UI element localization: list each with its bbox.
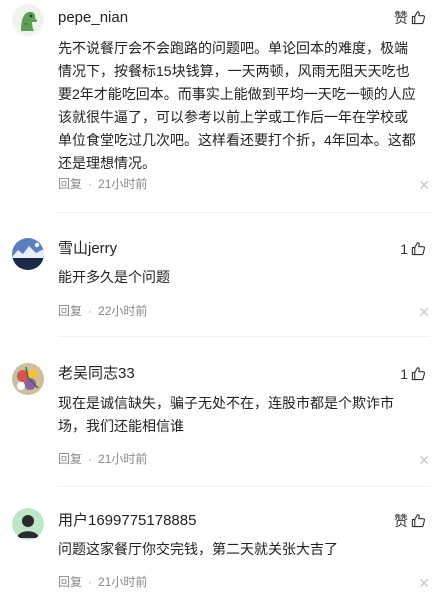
close-icon[interactable]: ✕ [418, 178, 430, 192]
comment-meta: 回复 · 21小时前 [58, 575, 148, 589]
comment-time: 21小时前 [98, 575, 148, 589]
like-count[interactable]: 赞 [394, 9, 408, 27]
close-icon[interactable]: ✕ [418, 576, 430, 590]
thumbs-up-icon[interactable] [411, 241, 426, 256]
comment-username[interactable]: 老吴同志33 [58, 364, 135, 384]
like-count[interactable]: 1 [400, 365, 408, 383]
comment-username[interactable]: 雪山jerry [58, 239, 117, 259]
thumbs-up-icon[interactable] [411, 10, 426, 25]
like-count[interactable]: 赞 [394, 512, 408, 530]
comment-time: 21小时前 [98, 452, 148, 466]
reply-button[interactable]: 回复 [58, 304, 82, 318]
comment-item: pepe_nian 赞 先不说餐厅会不会跑路的问题吧。单论回本的难度，极端情况下… [0, 0, 446, 205]
comment-time: 22小时前 [98, 304, 148, 318]
reply-button[interactable]: 回复 [58, 575, 82, 589]
comment-username[interactable]: pepe_nian [58, 8, 128, 28]
divider [58, 336, 430, 337]
comment-text: 现在是诚信缺失，骗子无处不在，连股市都是个欺诈市场，我们还能相信谁 [58, 395, 394, 434]
comment-time: 21小时前 [98, 177, 148, 191]
comment-meta: 回复 · 21小时前 [58, 177, 148, 191]
like-count[interactable]: 1 [400, 240, 408, 258]
comment-item: 用户1699775178885 赞 问题这家餐厅你交完钱，第二天就关张大吉了 回… [0, 502, 446, 595]
avatar[interactable] [12, 238, 44, 270]
close-icon[interactable]: ✕ [418, 305, 430, 319]
avatar[interactable] [12, 508, 44, 540]
comment-item: 老吴同志33 1 现在是诚信缺失，骗子无处不在，连股市都是个欺诈市场，我们还能相… [0, 355, 446, 480]
comment-text: 先不说餐厅会不会跑路的问题吧。单论回本的难度，极端情况下，按餐标15块钱算，一天… [58, 40, 416, 171]
reply-button[interactable]: 回复 [58, 177, 82, 191]
reply-button[interactable]: 回复 [58, 452, 82, 466]
avatar[interactable] [12, 4, 44, 36]
avatar[interactable] [12, 363, 44, 395]
close-icon[interactable]: ✕ [418, 453, 430, 467]
comment-text: 问题这家餐厅你交完钱，第二天就关张大吉了 [58, 541, 338, 557]
comment-meta: 回复 · 21小时前 [58, 452, 148, 466]
thumbs-up-icon[interactable] [411, 513, 426, 528]
comment-text: 能开多久是个问题 [58, 269, 170, 285]
comment-username[interactable]: 用户1699775178885 [58, 511, 196, 531]
thumbs-up-icon[interactable] [411, 366, 426, 381]
divider [58, 212, 430, 213]
divider [58, 486, 430, 487]
comment-meta: 回复 · 22小时前 [58, 304, 148, 318]
comment-item: 雪山jerry 1 能开多久是个问题 回复 · 22小时前 ✕ [0, 230, 446, 330]
